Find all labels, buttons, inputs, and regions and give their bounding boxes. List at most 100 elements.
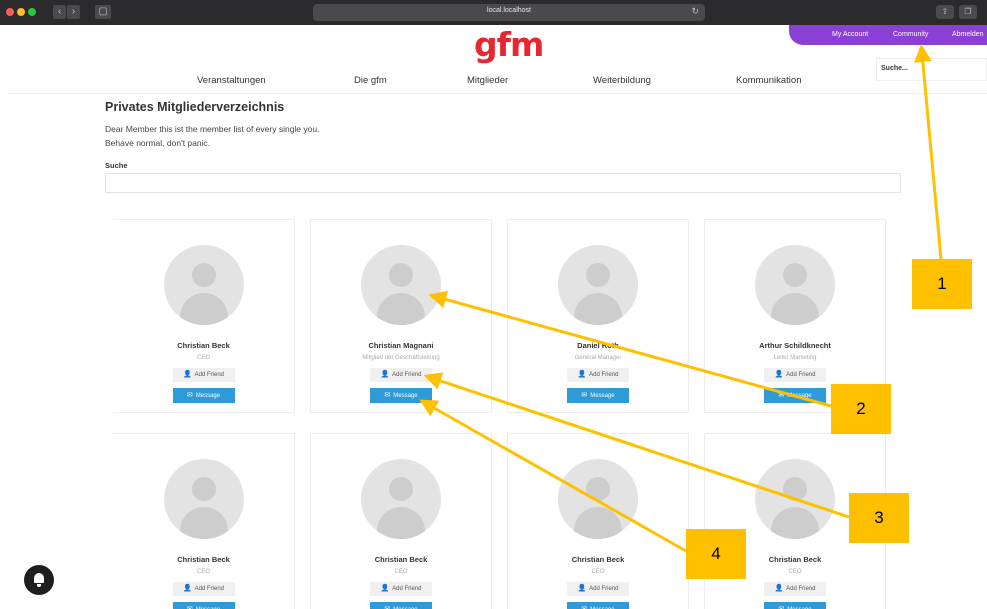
message-label: Message bbox=[590, 393, 615, 399]
gfm-logo[interactable]: gfm bbox=[474, 28, 544, 61]
member-role: Mitglied der Geschäftsleitung bbox=[362, 355, 440, 361]
nav-veranstaltungen[interactable]: Veranstaltungen bbox=[197, 75, 266, 86]
share-icon[interactable]: ⇪ bbox=[936, 5, 954, 19]
member-name[interactable]: Christian Magnani bbox=[311, 341, 491, 350]
add-friend-label: Add Friend bbox=[392, 586, 422, 592]
user-icon: 👤 bbox=[577, 371, 587, 378]
minimize-window-button[interactable] bbox=[17, 8, 25, 16]
annotation-label-4: 4 bbox=[686, 529, 746, 579]
url-text: local.localhost bbox=[487, 7, 531, 14]
annotation-label-3: 3 bbox=[849, 493, 909, 543]
message-button[interactable]: ✉Message bbox=[172, 388, 235, 403]
site-search-placeholder: Suche... bbox=[881, 65, 908, 72]
avatar[interactable] bbox=[163, 459, 244, 539]
user-icon: 👤 bbox=[182, 371, 192, 378]
user-icon: 👤 bbox=[380, 371, 390, 378]
close-window-button[interactable] bbox=[6, 8, 14, 16]
member-role: CEO bbox=[196, 569, 210, 575]
account-nav: My Account Community Abmelden bbox=[789, 25, 987, 45]
member-card: Christian Beck CEO 👤Add Friend ✉Message bbox=[507, 433, 689, 609]
add-friend-button[interactable]: 👤 Add Friend bbox=[172, 368, 235, 382]
message-button[interactable]: ✉Message bbox=[764, 602, 826, 609]
envelope-icon: ✉ bbox=[778, 392, 785, 399]
sidebar-icon[interactable]: ▢ bbox=[95, 5, 111, 19]
user-icon: 👤 bbox=[774, 585, 784, 592]
member-role: CEO bbox=[591, 569, 605, 575]
member-search-label: Suche bbox=[105, 161, 128, 170]
add-friend-button[interactable]: 👤 Add Friend bbox=[764, 368, 826, 382]
member-role: CEO bbox=[394, 569, 408, 575]
site-search-input[interactable]: Suche... bbox=[876, 58, 987, 81]
member-card: Christian Beck CEO 👤Add Friend ✉Message bbox=[113, 433, 295, 609]
message-button[interactable]: ✉Message bbox=[370, 602, 432, 609]
message-button[interactable]: ✉Message bbox=[567, 602, 629, 609]
member-search-input[interactable] bbox=[105, 173, 901, 193]
annotation-label-1: 1 bbox=[912, 259, 972, 309]
header-divider bbox=[8, 93, 987, 94]
nav-die-gfm[interactable]: Die gfm bbox=[354, 75, 387, 86]
page-title: Privates Mitgliederverzeichnis bbox=[105, 100, 285, 114]
message-label: Message bbox=[393, 393, 418, 399]
user-icon: 👤 bbox=[774, 371, 784, 378]
back-icon[interactable]: ‹ bbox=[53, 5, 66, 19]
member-name[interactable]: Christian Beck bbox=[113, 555, 294, 564]
message-label: Message bbox=[787, 393, 812, 399]
logout-link[interactable]: Abmelden bbox=[952, 31, 984, 38]
add-friend-label: Add Friend bbox=[786, 586, 816, 592]
message-button[interactable]: ✉Message bbox=[172, 602, 235, 609]
forward-icon[interactable]: › bbox=[67, 5, 80, 19]
browser-toolbar: ‹ › ▢ local.localhost ↻ ⇪ ❐ bbox=[0, 0, 987, 25]
member-card: Christian Magnani Mitglied der Geschäfts… bbox=[310, 219, 492, 413]
intro-text: Dear Member this ist the member list of … bbox=[105, 124, 320, 134]
add-friend-label: Add Friend bbox=[786, 372, 816, 378]
member-role: General Manager bbox=[574, 355, 622, 361]
add-friend-button[interactable]: 👤 Add Friend bbox=[567, 368, 629, 382]
member-name[interactable]: Daniel Roth bbox=[508, 341, 688, 350]
avatar[interactable] bbox=[755, 245, 835, 325]
member-name[interactable]: Arthur Schildknecht bbox=[705, 341, 885, 350]
envelope-icon: ✉ bbox=[581, 392, 588, 399]
member-name[interactable]: Christian Beck bbox=[113, 341, 294, 350]
nav-weiterbildung[interactable]: Weiterbildung bbox=[593, 75, 651, 86]
envelope-icon: ✉ bbox=[384, 392, 391, 399]
member-card: Daniel Roth General Manager 👤 Add Friend … bbox=[507, 219, 689, 413]
message-button[interactable]: ✉Message bbox=[370, 388, 432, 403]
my-account-link[interactable]: My Account bbox=[832, 31, 868, 38]
add-friend-label: Add Friend bbox=[589, 586, 619, 592]
avatar[interactable] bbox=[163, 245, 244, 325]
message-button[interactable]: ✉Message bbox=[764, 388, 826, 403]
avatar[interactable] bbox=[755, 459, 835, 539]
add-friend-button[interactable]: 👤 Add Friend bbox=[370, 582, 432, 596]
add-friend-label: Add Friend bbox=[194, 586, 225, 592]
member-name[interactable]: Christian Beck bbox=[311, 555, 491, 564]
tabs-icon[interactable]: ❐ bbox=[959, 5, 977, 19]
nav-mitglieder[interactable]: Mitglieder bbox=[467, 75, 508, 86]
add-friend-button[interactable]: 👤 Add Friend bbox=[567, 582, 629, 596]
add-friend-button[interactable]: 👤 Add Friend bbox=[764, 582, 826, 596]
annotation-arrow-1 bbox=[913, 44, 943, 260]
add-friend-label: Add Friend bbox=[392, 372, 422, 378]
nav-kommunikation[interactable]: Kommunikation bbox=[736, 75, 801, 86]
add-friend-label: Add Friend bbox=[589, 372, 619, 378]
member-card: Christian Beck CEO 👤Add Friend ✉Message bbox=[310, 433, 492, 609]
message-button[interactable]: ✉Message bbox=[567, 388, 629, 403]
user-icon: 👤 bbox=[380, 585, 390, 592]
member-name[interactable]: Christian Beck bbox=[508, 555, 688, 564]
zoom-window-button[interactable] bbox=[28, 8, 36, 16]
notification-bell-button[interactable] bbox=[24, 565, 54, 595]
avatar[interactable] bbox=[558, 459, 638, 539]
envelope-icon: ✉ bbox=[186, 392, 193, 399]
avatar[interactable] bbox=[361, 459, 441, 539]
add-friend-label: Add Friend bbox=[194, 372, 225, 378]
annotation-label-2: 2 bbox=[831, 384, 891, 434]
message-label: Message bbox=[195, 393, 221, 399]
add-friend-button[interactable]: 👤 Add Friend bbox=[172, 582, 235, 596]
add-friend-button[interactable]: 👤 Add Friend bbox=[370, 368, 432, 382]
address-bar[interactable]: local.localhost ↻ bbox=[313, 4, 705, 21]
community-link[interactable]: Community bbox=[893, 31, 928, 38]
member-role: CEO bbox=[196, 355, 210, 361]
avatar[interactable] bbox=[558, 245, 638, 325]
avatar[interactable] bbox=[361, 245, 441, 325]
member-role: Leiter Marketing bbox=[773, 355, 817, 361]
reload-icon[interactable]: ↻ bbox=[691, 6, 699, 17]
